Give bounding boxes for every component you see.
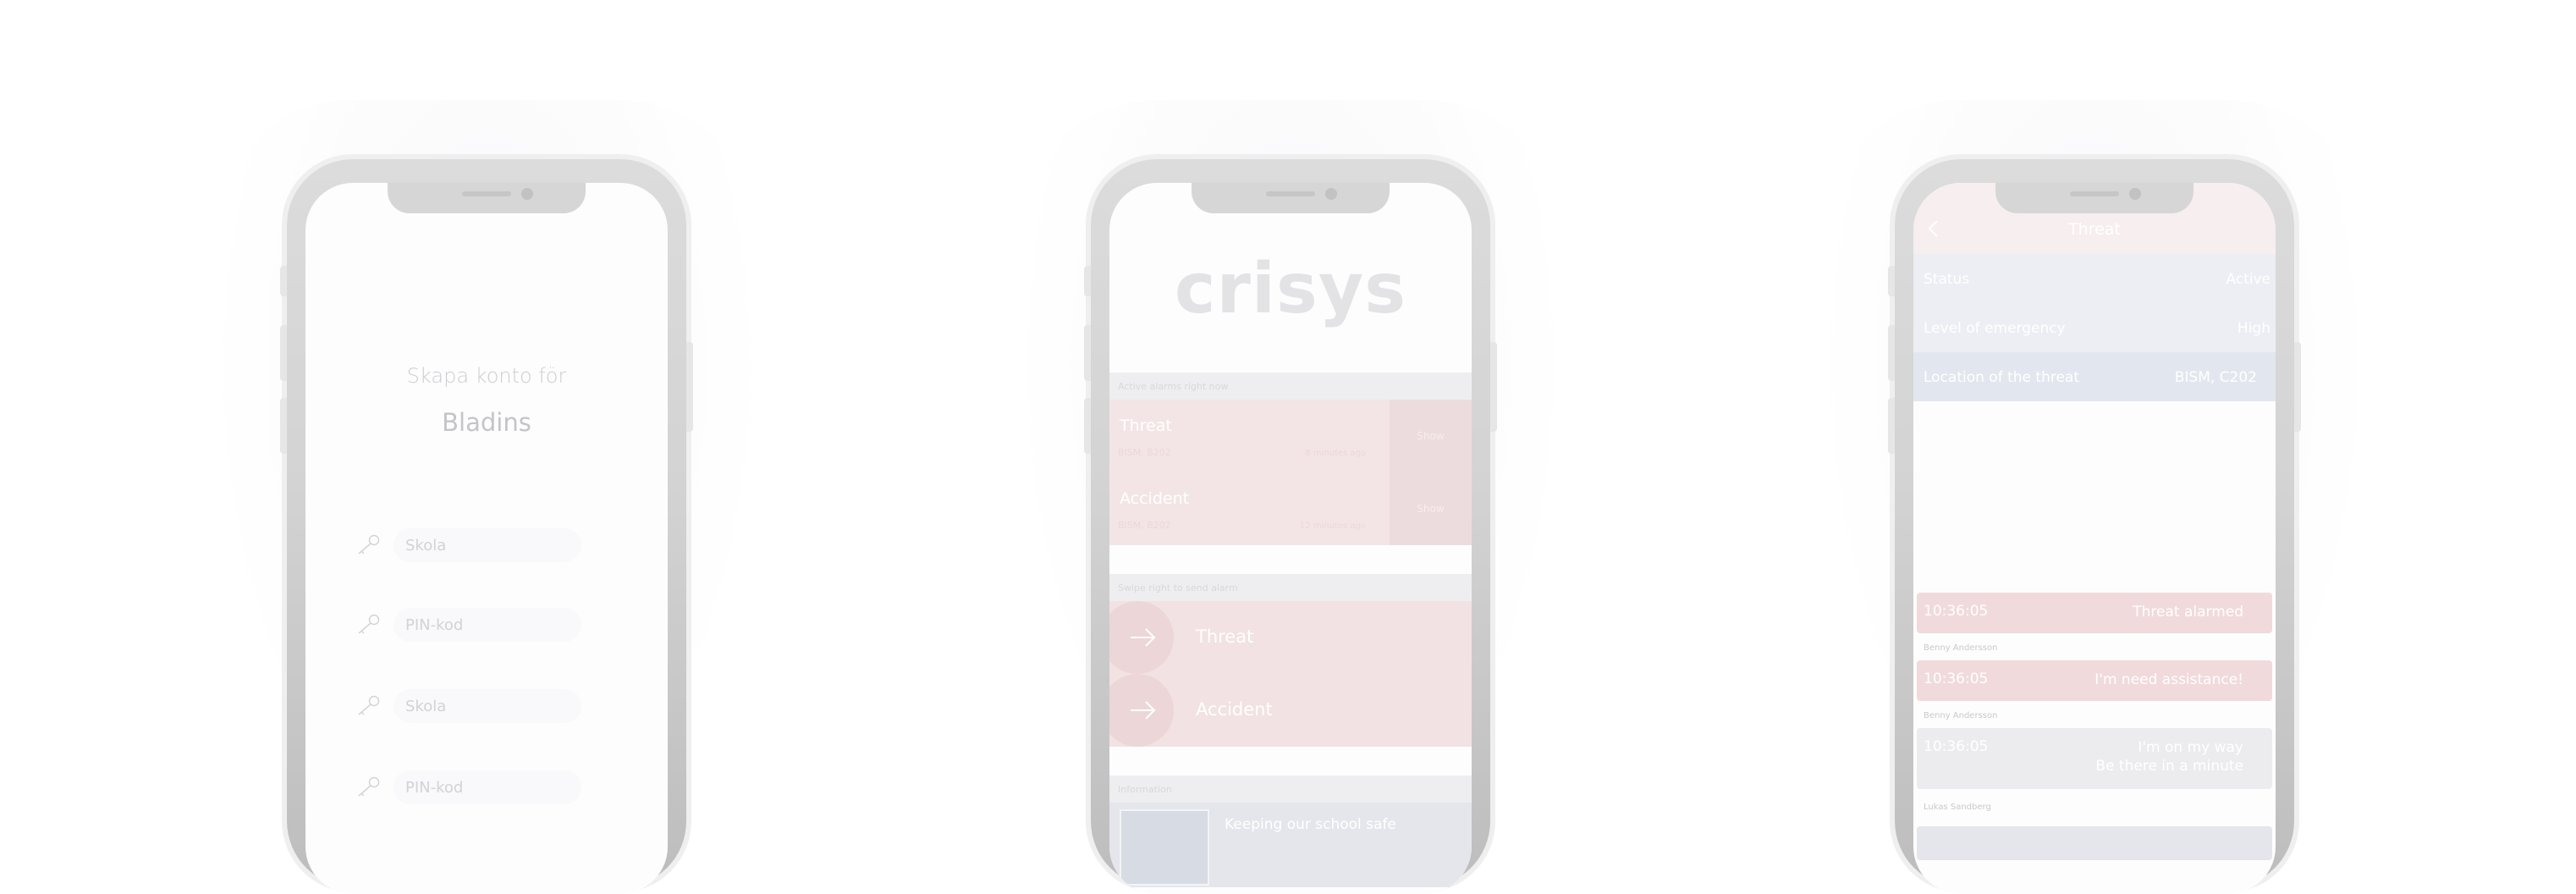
signup-screen: Skapa konto för Bladins Skola PIN-kod Sk…	[305, 183, 668, 894]
message-author: Benny Andersson	[1924, 643, 1998, 653]
ongoing-alarm-name: Accident	[1120, 489, 1190, 508]
message-text: I'm need assistance!	[2094, 671, 2243, 688]
school-field-placeholder: Skola	[405, 537, 447, 555]
arrow-right-icon	[1131, 701, 1156, 720]
message-time: 10:36:05	[1924, 603, 1989, 620]
info-card[interactable]: Keeping our school safe	[1109, 803, 1472, 887]
show-button[interactable]: Show	[1390, 400, 1472, 472]
info-thumbnail	[1120, 809, 1209, 886]
detail-row-status: Status Active	[1913, 254, 2276, 303]
message-bubble: 10:36:05 I'm need assistance!	[1917, 660, 2272, 701]
key-icon	[358, 695, 380, 715]
ongoing-alarm-item[interactable]: Accident BISM, B202 12 minutes ago	[1109, 472, 1390, 545]
ongoing-alarm-location: BISM, B202	[1118, 447, 1171, 458]
ongoing-alarm-name: Threat	[1120, 417, 1172, 435]
school-field[interactable]: Skola	[356, 689, 619, 723]
key-icon	[358, 534, 380, 555]
show-button[interactable]: Show	[1390, 472, 1472, 545]
pin-field[interactable]: PIN-kod	[356, 608, 619, 642]
pin-field-placeholder: PIN-kod	[405, 616, 464, 634]
message-bubble: 10:36:05 I'm on my way Be there in a min…	[1917, 728, 2272, 789]
message-text: I'm on my way Be there in a minute	[2095, 739, 2243, 775]
send-alarm-header: Swipe right to send alarm	[1109, 574, 1472, 601]
swipe-alarm-threat[interactable]: Threat	[1109, 601, 1472, 674]
message-author: Lukas Sandberg	[1924, 803, 1991, 812]
school-field[interactable]: Skola	[356, 528, 619, 562]
alarm-label: Accident	[1196, 699, 1273, 720]
swipe-alarm-accident[interactable]: Accident	[1109, 674, 1472, 747]
info-title: Keeping our school safe	[1225, 816, 1396, 833]
detail-row-location: Location of the threat BISM, C202	[1913, 352, 2276, 401]
ongoing-alarm-location: BISM, B202	[1118, 520, 1171, 531]
key-icon	[358, 776, 380, 797]
app-logo: crisys	[1174, 249, 1407, 329]
detail-screen: Threat Status Active Level of emergency …	[1913, 183, 2276, 894]
arrow-right-icon	[1131, 628, 1156, 647]
message-time: 10:36:05	[1924, 670, 1989, 687]
message-time: 10:36:05	[1924, 738, 1989, 755]
message-author: Benny Andersson	[1924, 711, 1998, 720]
signup-title: Skapa konto för	[406, 364, 567, 388]
ongoing-alarm-time: 8 minutes ago	[1305, 449, 1366, 458]
key-icon	[358, 614, 380, 634]
information-header: Information	[1109, 775, 1472, 803]
page-title: Threat	[2068, 220, 2121, 239]
school-field-placeholder: Skola	[405, 698, 447, 715]
alarm-label: Threat	[1196, 626, 1254, 647]
school-name: Bladins	[442, 408, 531, 437]
message-bubble	[1917, 826, 2272, 860]
ongoing-alarms-header: Active alarms right now	[1109, 372, 1472, 400]
pin-field[interactable]: PIN-kod	[356, 770, 619, 804]
pin-field-placeholder: PIN-kod	[405, 779, 464, 797]
home-screen: crisys Active alarms right now Threat BI…	[1109, 183, 1472, 894]
message-bubble: 10:36:05 Threat alarmed	[1917, 593, 2272, 633]
ongoing-alarm-time: 12 minutes ago	[1299, 522, 1366, 531]
ongoing-alarm-item[interactable]: Threat BISM, B202 8 minutes ago	[1109, 400, 1390, 472]
message-text: Threat alarmed	[2133, 604, 2243, 621]
detail-row-level: Level of emergency High	[1913, 303, 2276, 352]
